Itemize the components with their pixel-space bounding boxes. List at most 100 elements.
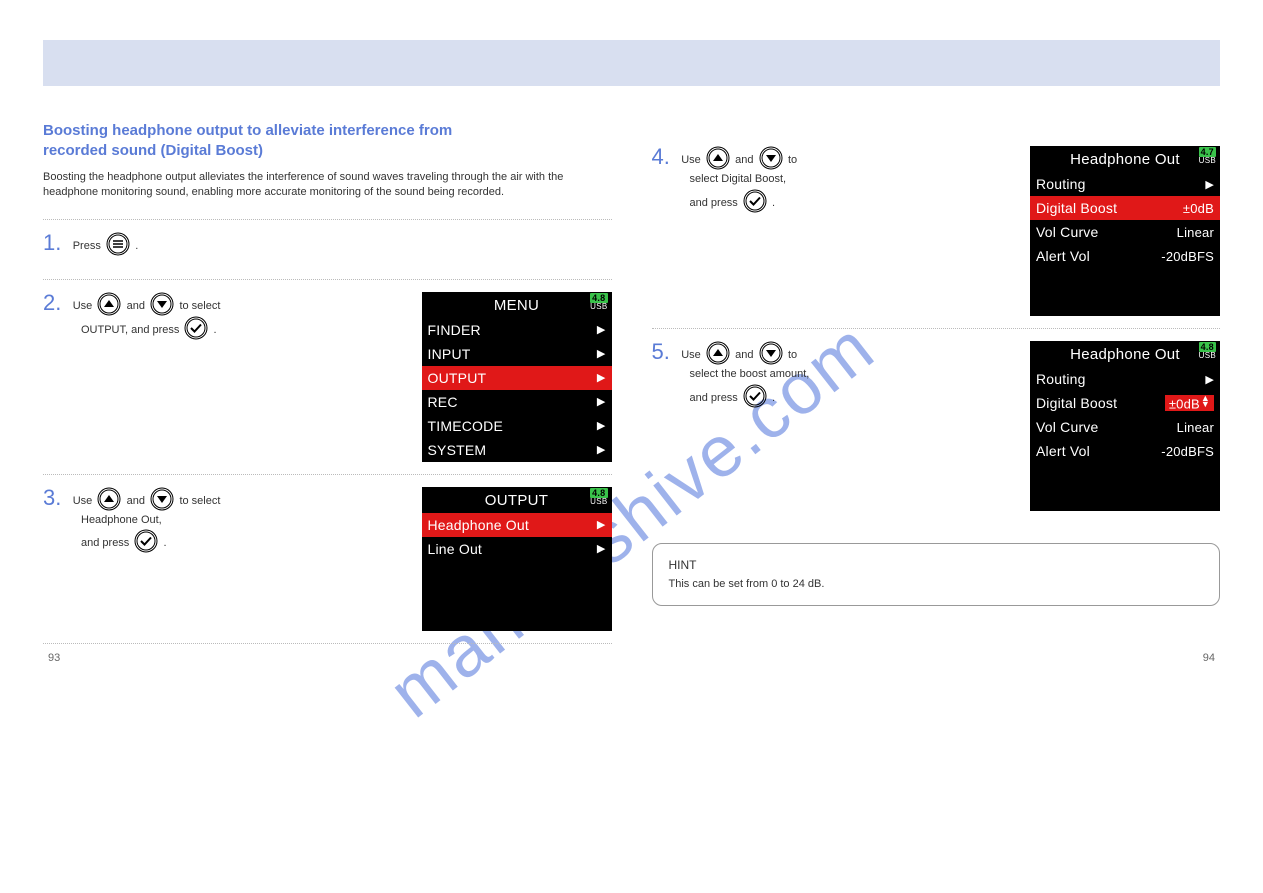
- menu-item-label: Vol Curve: [1036, 224, 1177, 240]
- step-3: 3. Use and to select Headphone Out, a: [43, 474, 612, 643]
- menu-item: REC▶: [422, 390, 612, 414]
- right-column: 4. Use and to select Digital Boost, a: [632, 86, 1221, 644]
- menu-item-selected: Headphone Out▶: [422, 513, 612, 537]
- up-icon: [706, 341, 730, 365]
- menu-item: Routing▶: [1030, 367, 1220, 391]
- menu-item-label: TIMECODE: [428, 418, 597, 434]
- menu-item-label: Digital Boost: [1036, 200, 1183, 216]
- menu-item-label: Line Out: [428, 541, 597, 557]
- step-text: to: [788, 349, 797, 361]
- check-icon: [743, 384, 767, 408]
- menu-item: FINDER▶: [422, 318, 612, 342]
- step-text: to select: [179, 300, 220, 312]
- step-text: to select: [179, 495, 220, 507]
- menu-item-selected: Digital Boost±0dB: [1030, 196, 1220, 220]
- menu-item-label: Alert Vol: [1036, 248, 1161, 264]
- down-icon: [150, 487, 174, 511]
- screen-title-text: Headphone Out: [1070, 346, 1180, 363]
- step-5: 5. Use and to select the boost amount,: [652, 328, 1221, 523]
- step-text: and: [127, 300, 148, 312]
- menu-item-label: REC: [428, 394, 597, 410]
- step-text: Use: [73, 495, 96, 507]
- step-text: and press: [690, 197, 741, 209]
- menu-item: Alert Vol-20dBFS: [1030, 439, 1220, 463]
- check-icon: [134, 529, 158, 553]
- step-number: 1.: [43, 232, 61, 254]
- menu-item-label: Routing: [1036, 371, 1205, 387]
- step-end-border: [43, 643, 612, 644]
- menu-item-label: INPUT: [428, 346, 597, 362]
- screen-menu: MENU 4.8USB FINDER▶ INPUT▶ OUTPUT▶ REC▶ …: [422, 292, 612, 462]
- step-text: .: [772, 197, 775, 209]
- menu-item: Vol CurveLinear: [1030, 415, 1220, 439]
- step-text: .: [214, 324, 217, 336]
- down-icon: [759, 341, 783, 365]
- hint-body: This can be set from 0 to 24 dB.: [669, 576, 1204, 593]
- menu-item-value: ±0dB: [1183, 201, 1214, 216]
- menu-item-label: Alert Vol: [1036, 443, 1161, 459]
- menu-icon: [106, 232, 130, 256]
- menu-item-value: Linear: [1177, 420, 1214, 435]
- step-text: OUTPUT, and press: [81, 324, 182, 336]
- step-text: and: [735, 349, 756, 361]
- menu-item: SYSTEM▶: [422, 438, 612, 462]
- step-text: .: [163, 537, 166, 549]
- title-line2: recorded sound (Digital Boost): [43, 142, 263, 159]
- usb-label: USB: [1199, 157, 1216, 165]
- menu-item-valuebox: ±0dB▲▼: [1165, 395, 1214, 411]
- step-text: and: [735, 154, 756, 166]
- menu-item: INPUT▶: [422, 342, 612, 366]
- step-number: 2.: [43, 292, 61, 314]
- menu-item-value: -20dBFS: [1161, 444, 1214, 459]
- menu-item-value: Linear: [1177, 225, 1214, 240]
- step-number: 5.: [652, 341, 670, 363]
- screen-title: Headphone Out 4.7USB: [1030, 146, 1220, 172]
- step-text: select the boost amount,: [690, 368, 810, 380]
- hint-box: HINT This can be set from 0 to 24 dB.: [652, 543, 1221, 606]
- menu-item: Digital Boost±0dB▲▼: [1030, 391, 1220, 415]
- screen-headphone-a: Headphone Out 4.7USB Routing▶ Digital Bo…: [1030, 146, 1220, 316]
- usb-label: USB: [1199, 352, 1216, 360]
- menu-item-value: ±0dB: [1169, 396, 1200, 411]
- page-number-right: 94: [1203, 652, 1215, 664]
- step-text: Use: [681, 349, 704, 361]
- down-icon: [150, 292, 174, 316]
- step-text: .: [772, 392, 775, 404]
- menu-item-selected: OUTPUT▶: [422, 366, 612, 390]
- screen-title-text: MENU: [494, 297, 539, 314]
- screen-headphone-b: Headphone Out 4.8USB Routing▶ Digital Bo…: [1030, 341, 1220, 511]
- page-body: Boosting headphone output to alleviate i…: [0, 86, 1263, 674]
- step-text: Use: [681, 154, 704, 166]
- screen-title-text: OUTPUT: [485, 492, 548, 509]
- screen-title: MENU 4.8USB: [422, 292, 612, 318]
- menu-item: TIMECODE▶: [422, 414, 612, 438]
- menu-item-label: Digital Boost: [1036, 395, 1165, 411]
- step-text: and: [127, 495, 148, 507]
- usb-label: USB: [590, 303, 607, 311]
- section-title: Boosting headphone output to alleviate i…: [43, 121, 612, 160]
- header-bar: [43, 40, 1220, 86]
- screen-title: OUTPUT 4.8USB: [422, 487, 612, 513]
- screen-title-text: Headphone Out: [1070, 151, 1180, 168]
- menu-item-value: -20dBFS: [1161, 249, 1214, 264]
- menu-item-label: SYSTEM: [428, 442, 597, 458]
- menu-item-label: Routing: [1036, 176, 1205, 192]
- left-column: Boosting headphone output to alleviate i…: [43, 86, 632, 644]
- up-icon: [97, 292, 121, 316]
- menu-item-label: Vol Curve: [1036, 419, 1177, 435]
- step-text: and press: [81, 537, 132, 549]
- step-text: Headphone Out,: [81, 514, 162, 526]
- step-text: to: [788, 154, 797, 166]
- step-text: Press: [73, 240, 104, 252]
- menu-item: Line Out▶: [422, 537, 612, 561]
- down-icon: [759, 146, 783, 170]
- step-1: 1. Press .: [43, 219, 612, 279]
- step-4: 4. Use and to select Digital Boost, a: [652, 121, 1221, 328]
- title-line1: Boosting headphone output to alleviate i…: [43, 122, 452, 139]
- check-icon: [743, 189, 767, 213]
- menu-item-label: FINDER: [428, 322, 597, 338]
- page-number-left: 93: [48, 652, 60, 664]
- up-icon: [706, 146, 730, 170]
- menu-item: Alert Vol-20dBFS: [1030, 244, 1220, 268]
- step-2: 2. Use and to select OUTPUT, and press: [43, 279, 612, 474]
